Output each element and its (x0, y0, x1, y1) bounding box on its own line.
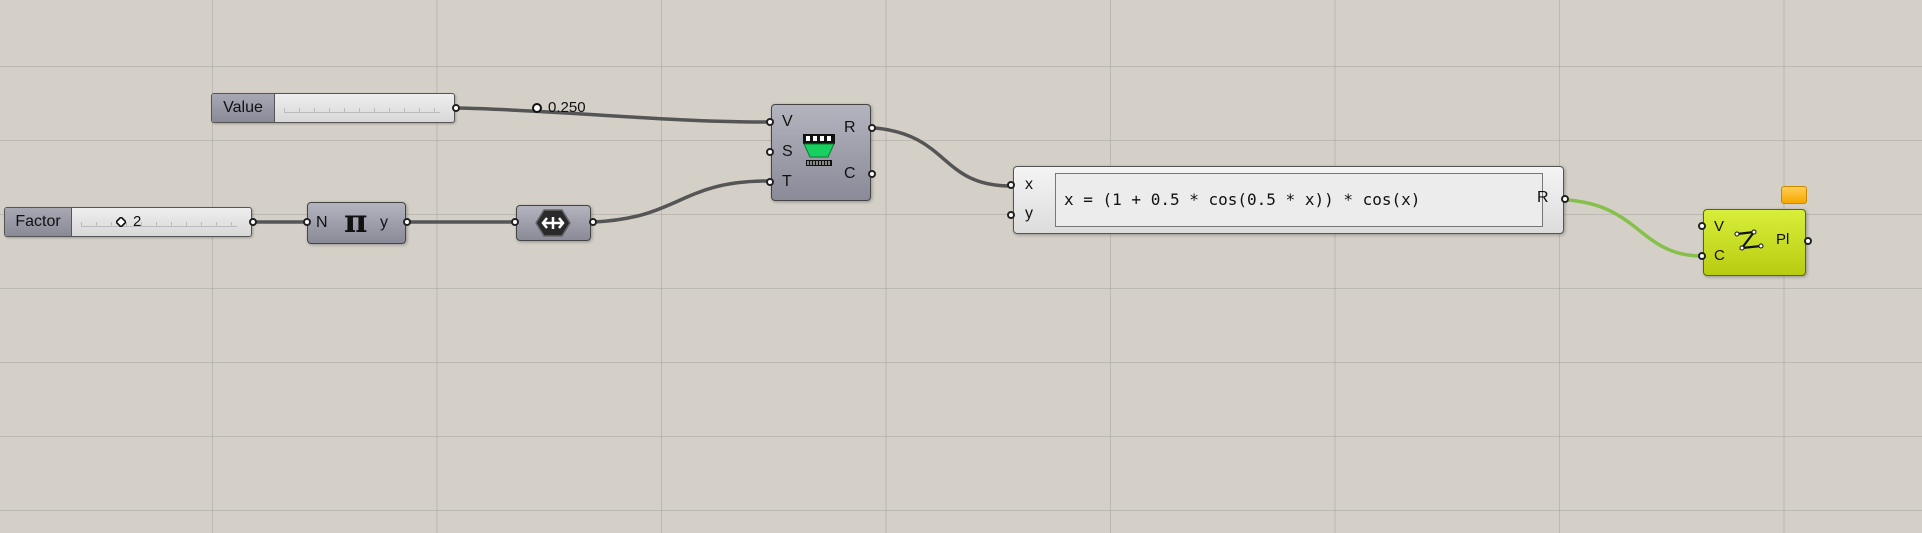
polyline-input-c: C (1714, 247, 1725, 264)
grasshopper-canvas[interactable]: Value 0.250 Factor 2 N π y V S T R C x y… (0, 0, 1922, 533)
factor-slider-output-grip[interactable] (249, 218, 257, 226)
range-output-r-grip[interactable] (868, 124, 876, 132)
construct-domain-input-grip[interactable] (511, 218, 519, 226)
pi-output-y: y (380, 214, 388, 231)
value-slider-label: Value (212, 94, 275, 122)
expression-input-x-grip[interactable] (1007, 181, 1015, 189)
wire-range-to-expression (874, 126, 1012, 188)
wire-value-to-range-v (456, 106, 769, 124)
range-input-s-grip[interactable] (766, 148, 774, 156)
value-slider-handle[interactable] (532, 103, 542, 113)
film-strip-icon (803, 134, 835, 166)
polyline-icon (1734, 229, 1764, 251)
range-output-c: C (844, 165, 856, 182)
expression-input-y: y (1025, 205, 1033, 222)
polyline-output-pl: Pl (1776, 231, 1790, 248)
pi-input-grip[interactable] (303, 218, 311, 226)
factor-slider[interactable]: Factor 2 (4, 207, 252, 237)
value-slider-value: 0.250 (548, 99, 586, 116)
range-input-v-grip[interactable] (766, 118, 774, 126)
wire-expression-to-polyline (1566, 198, 1703, 258)
construct-domain-output-grip[interactable] (589, 218, 597, 226)
wire-domain-to-range-t (593, 179, 769, 224)
expression-input-x: x (1025, 176, 1033, 193)
range-component[interactable]: V S T R C (771, 104, 871, 201)
pi-input-n: N (316, 214, 328, 231)
range-input-s: S (782, 143, 793, 160)
value-slider-output-grip[interactable] (452, 104, 460, 112)
expression-output-label: R (1537, 189, 1549, 206)
expression-input-y-grip[interactable] (1007, 211, 1015, 219)
range-input-t: T (782, 173, 792, 190)
factor-slider-track[interactable] (73, 208, 245, 236)
domain-icon (535, 209, 571, 237)
range-output-r: R (844, 119, 856, 136)
pi-component[interactable]: N π y (307, 202, 406, 244)
factor-slider-label: Factor (5, 208, 72, 236)
polyline-input-c-grip[interactable] (1698, 252, 1706, 260)
polyline-output-pl-grip[interactable] (1804, 237, 1812, 245)
polyline-input-v-grip[interactable] (1698, 222, 1706, 230)
expression-output-r-grip[interactable] (1561, 195, 1569, 203)
value-slider[interactable]: Value 0.250 (211, 93, 586, 123)
range-input-t-grip[interactable] (766, 178, 774, 186)
polyline-input-v: V (1714, 218, 1725, 235)
expression-text[interactable]: x = (1 + 0.5 * cos(0.5 * x)) * cos(x) (1055, 173, 1543, 227)
factor-slider-value: 2 (133, 213, 142, 230)
construct-domain-component[interactable] (516, 205, 591, 241)
range-input-v: V (782, 113, 793, 130)
value-slider-track[interactable] (276, 94, 448, 122)
pi-output-grip[interactable] (403, 218, 411, 226)
range-output-c-grip[interactable] (868, 170, 876, 178)
pi-icon: π (344, 202, 368, 240)
wires (254, 106, 1703, 258)
polyline-component[interactable]: V C Pl (1703, 209, 1806, 276)
factor-slider-handle[interactable] (116, 217, 126, 227)
expression-component[interactable]: x y x = (1 + 0.5 * cos(0.5 * x)) * cos(x… (1013, 166, 1564, 234)
message-bubble-icon[interactable] (1781, 186, 1807, 204)
